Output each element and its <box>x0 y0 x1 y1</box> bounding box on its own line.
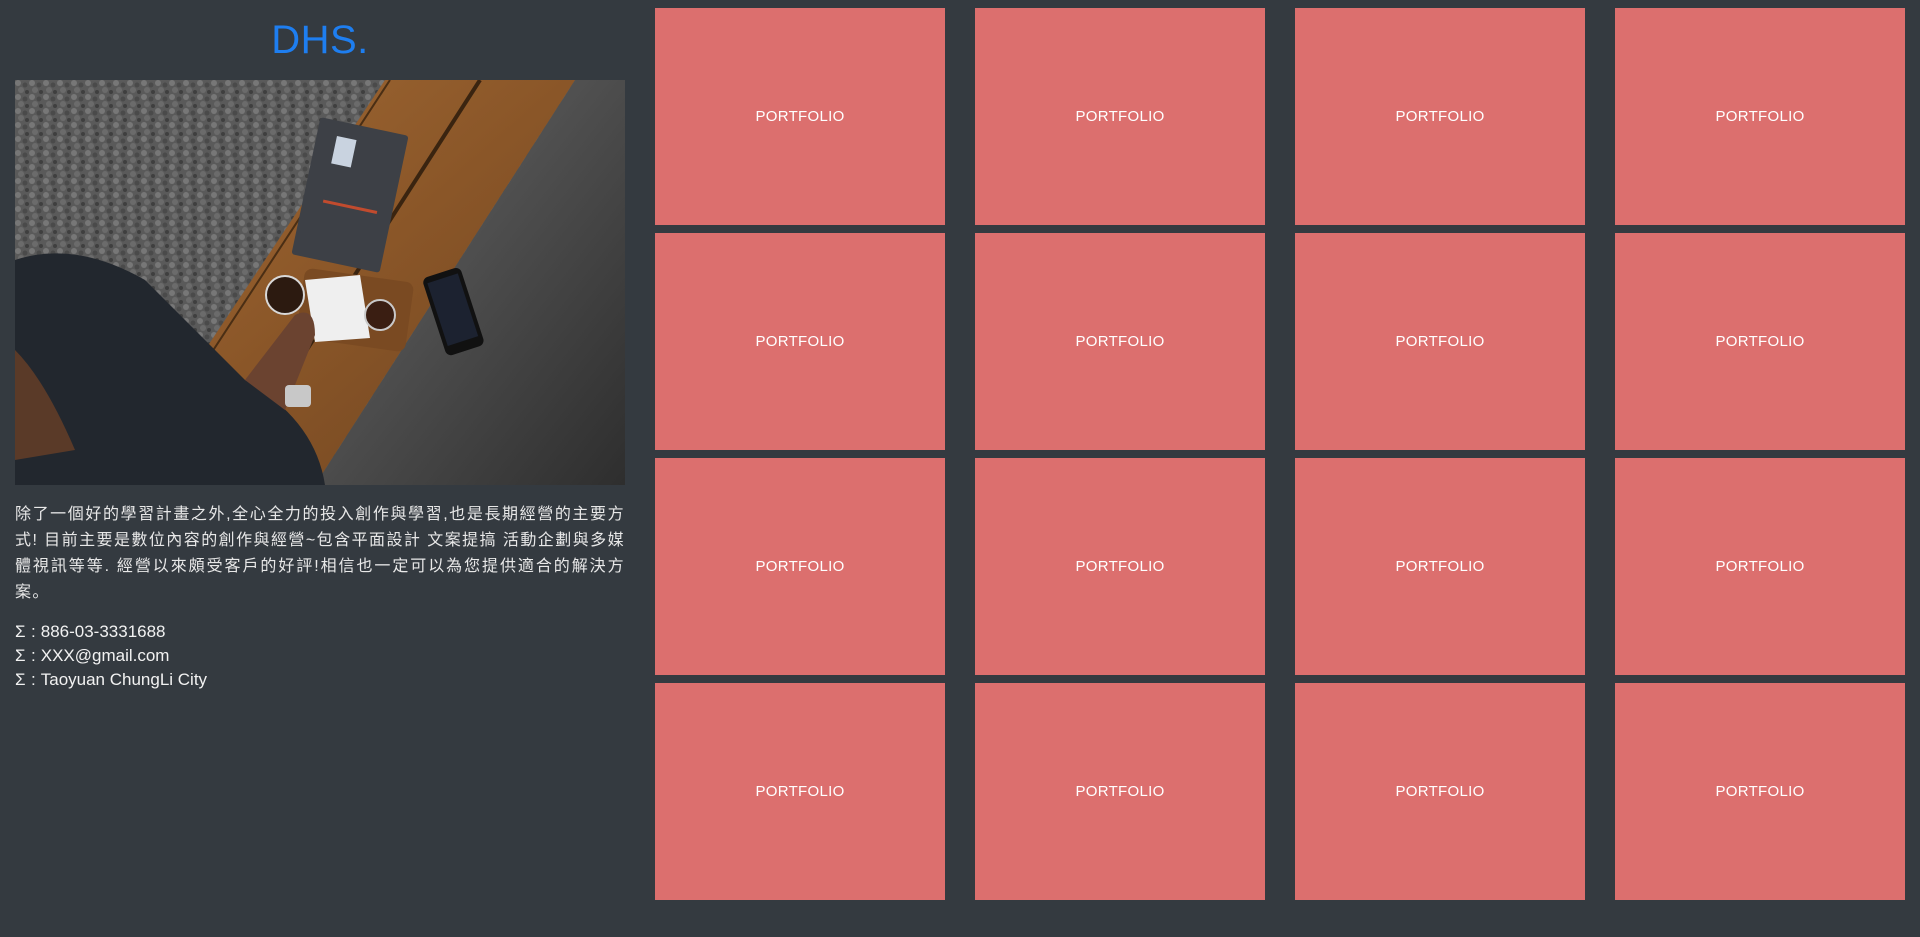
contact-email-value: XXX@gmail.com <box>40 646 170 665</box>
intro-text: 除了一個好的學習計畫之外,全心全力的投入創作與學習,也是長期經營的主要方式! 目… <box>15 506 625 601</box>
portfolio-tile[interactable]: PORTFOLIO <box>1615 683 1905 900</box>
contact-phone: Σ : 886-03-3331688 <box>15 620 625 644</box>
portfolio-tile-label: PORTFOLIO <box>755 783 845 800</box>
portfolio-tile-label: PORTFOLIO <box>1075 558 1165 575</box>
contact-email: Σ : XXX@gmail.com <box>15 644 625 668</box>
contact-phone-value: 886-03-3331688 <box>40 622 166 641</box>
contact-separator: : <box>31 646 36 665</box>
portfolio-tile[interactable]: PORTFOLIO <box>975 8 1265 225</box>
portfolio-tile-label: PORTFOLIO <box>1395 333 1485 350</box>
portfolio-tile-label: PORTFOLIO <box>1715 333 1805 350</box>
portfolio-tile[interactable]: PORTFOLIO <box>1295 233 1585 450</box>
contact-address: Σ : Taoyuan ChungLi City <box>15 668 625 692</box>
portfolio-tile-label: PORTFOLIO <box>755 108 845 125</box>
contact-address-value: Taoyuan ChungLi City <box>40 670 208 689</box>
portfolio-tile-label: PORTFOLIO <box>1715 108 1805 125</box>
portfolio-tile[interactable]: PORTFOLIO <box>1295 8 1585 225</box>
portfolio-tile-label: PORTFOLIO <box>1395 108 1485 125</box>
portfolio-tile[interactable]: PORTFOLIO <box>1615 233 1905 450</box>
portfolio-tile-label: PORTFOLIO <box>1075 783 1165 800</box>
portfolio-tile[interactable]: PORTFOLIO <box>655 458 945 675</box>
sidebar: DHS. 除了一個好的學習計畫之外,全心全力的投入創作與學習,也是長期經營的主要… <box>15 0 625 692</box>
portfolio-tile-label: PORTFOLIO <box>1395 783 1485 800</box>
contact-separator: : <box>31 622 36 641</box>
portfolio-tile-label: PORTFOLIO <box>1075 108 1165 125</box>
portfolio-tile-label: PORTFOLIO <box>755 333 845 350</box>
hero-photo <box>15 80 625 485</box>
phone-icon: Σ <box>15 622 26 641</box>
portfolio-tile-label: PORTFOLIO <box>1715 783 1805 800</box>
portfolio-tile-label: PORTFOLIO <box>1395 558 1485 575</box>
portfolio-tile[interactable]: PORTFOLIO <box>1615 458 1905 675</box>
email-icon: Σ <box>15 646 26 665</box>
portfolio-tile[interactable]: PORTFOLIO <box>655 233 945 450</box>
portfolio-tile[interactable]: PORTFOLIO <box>1295 458 1585 675</box>
portfolio-tile-label: PORTFOLIO <box>1075 333 1165 350</box>
portfolio-tile[interactable]: PORTFOLIO <box>1615 8 1905 225</box>
portfolio-grid: PORTFOLIO PORTFOLIO PORTFOLIO PORTFOLIO … <box>655 8 1905 900</box>
portfolio-tile[interactable]: PORTFOLIO <box>975 458 1265 675</box>
portfolio-tile[interactable]: PORTFOLIO <box>975 683 1265 900</box>
portfolio-tile-label: PORTFOLIO <box>755 558 845 575</box>
contact-separator: : <box>31 670 36 689</box>
portfolio-tile[interactable]: PORTFOLIO <box>655 8 945 225</box>
portfolio-tile[interactable]: PORTFOLIO <box>975 233 1265 450</box>
portfolio-tile[interactable]: PORTFOLIO <box>655 683 945 900</box>
location-icon: Σ <box>15 670 26 689</box>
site-logo[interactable]: DHS. <box>15 0 625 60</box>
portfolio-tile[interactable]: PORTFOLIO <box>1295 683 1585 900</box>
contact-list: Σ : 886-03-3331688 Σ : XXX@gmail.com Σ :… <box>15 620 625 692</box>
portfolio-tile-label: PORTFOLIO <box>1715 558 1805 575</box>
